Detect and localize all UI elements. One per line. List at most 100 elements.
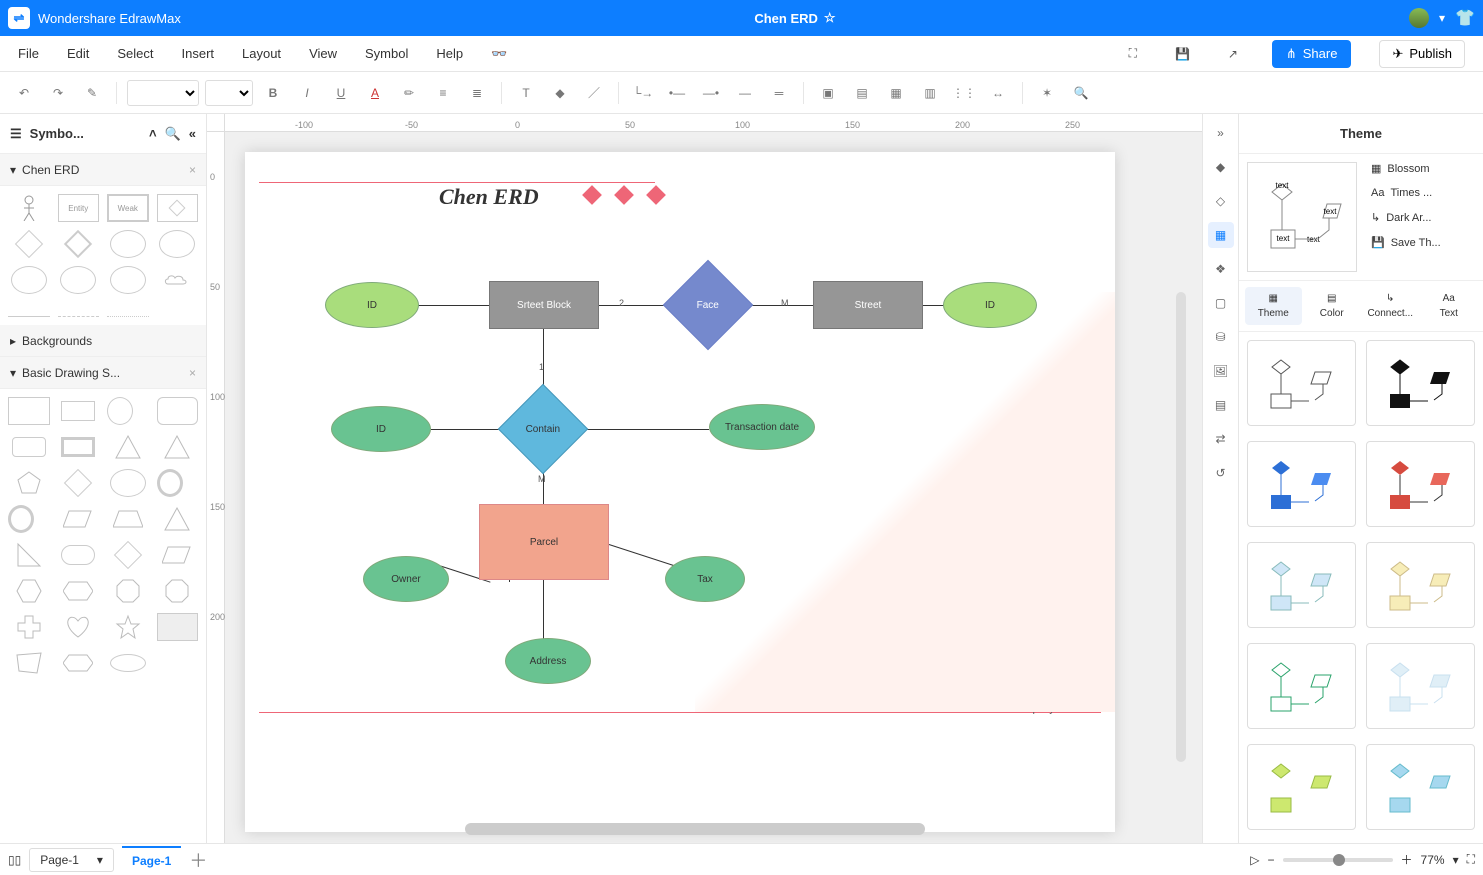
zoom-slider[interactable]	[1283, 858, 1393, 862]
search-toolbar-button[interactable]: 🔍	[1067, 79, 1095, 107]
theme-card[interactable]	[1247, 441, 1356, 527]
basic-hex[interactable]	[8, 577, 50, 605]
basic-para2[interactable]	[157, 541, 199, 569]
basic-ring[interactable]	[157, 469, 183, 497]
share-button[interactable]: ⋔Share	[1272, 40, 1352, 68]
theme-card[interactable]	[1247, 744, 1356, 830]
distribute-button[interactable]: ⋮⋮	[950, 79, 978, 107]
basic-oct[interactable]	[107, 577, 149, 605]
layers-icon[interactable]: ❖	[1208, 256, 1234, 282]
page[interactable]: Chen ERD 2 M 1 ID Srteet Block	[245, 152, 1115, 832]
line-start-button[interactable]: •—	[663, 79, 691, 107]
format-painter-button[interactable]: ✎	[78, 79, 106, 107]
tab-color[interactable]: ▤Color	[1304, 287, 1361, 325]
redo-button[interactable]: ↷	[44, 79, 72, 107]
prop-save-theme[interactable]: 💾Save Th...	[1371, 236, 1477, 249]
shape-assoc-entity[interactable]	[157, 194, 199, 222]
data-icon[interactable]: ⛁	[1208, 324, 1234, 350]
page-selector[interactable]: Page-1▾	[29, 848, 114, 872]
expand-right-icon[interactable]: »	[1208, 120, 1234, 146]
text-box-button[interactable]: T	[512, 79, 540, 107]
basic-circle[interactable]	[107, 397, 133, 425]
basic-quad[interactable]	[8, 649, 50, 677]
bring-front-button[interactable]: ▤	[848, 79, 876, 107]
menu-help[interactable]: Help	[436, 46, 463, 61]
shape-weak-entity[interactable]: Weak	[107, 194, 149, 222]
shape-attribute-4[interactable]	[60, 266, 96, 294]
basic-cube[interactable]	[157, 613, 199, 641]
node-face[interactable]: Face	[663, 260, 754, 351]
play-icon[interactable]: ▷	[1250, 853, 1259, 867]
menu-edit[interactable]: Edit	[67, 46, 89, 61]
shape-attribute-5[interactable]	[110, 266, 146, 294]
fill-button[interactable]: ◆	[546, 79, 574, 107]
node-id3[interactable]: ID	[331, 406, 431, 452]
add-page-button[interactable]: ＋	[189, 847, 207, 873]
menu-select[interactable]: Select	[117, 46, 153, 61]
basic-roundsq[interactable]	[157, 397, 199, 425]
theme-card[interactable]	[1366, 744, 1475, 830]
prop-connector[interactable]: ↳Dark Ar...	[1371, 211, 1477, 224]
tab-connector[interactable]: ↳Connect...	[1362, 287, 1419, 325]
shape-entity[interactable]: Entity	[58, 194, 100, 222]
basic-square[interactable]	[8, 397, 50, 425]
font-family-select[interactable]	[127, 80, 199, 106]
page-icon[interactable]: ▤	[1208, 392, 1234, 418]
menu-view[interactable]: View	[309, 46, 337, 61]
node-street[interactable]: Street	[813, 281, 923, 329]
basic-frame[interactable]	[61, 437, 95, 457]
basic-star[interactable]	[107, 613, 149, 641]
line-spacing-button[interactable]: ≣	[463, 79, 491, 107]
close-basic-icon[interactable]: ×	[189, 366, 196, 380]
present-icon[interactable]: ▢	[1208, 290, 1234, 316]
shape-attribute-3[interactable]	[11, 266, 47, 294]
basic-rtriangle[interactable]	[157, 433, 199, 461]
menu-layout[interactable]: Layout	[242, 46, 281, 61]
node-id2[interactable]: ID	[943, 282, 1037, 328]
basic-oct2[interactable]	[157, 577, 199, 605]
glasses-icon[interactable]: 👓	[491, 46, 507, 62]
history-icon[interactable]: ↺	[1208, 460, 1234, 486]
shape-relationship[interactable]	[8, 230, 50, 258]
align-objects-button[interactable]: ▥	[916, 79, 944, 107]
save-icon[interactable]: 💾	[1172, 43, 1194, 65]
shape-attribute-1[interactable]	[110, 230, 146, 258]
shape-weak-relationship[interactable]	[58, 230, 100, 258]
node-owner[interactable]: Owner	[363, 556, 449, 602]
zoom-in-button[interactable]: ＋	[1401, 851, 1413, 868]
shape-attribute-2[interactable]	[159, 230, 195, 258]
prop-font[interactable]: AaTimes ...	[1371, 187, 1477, 199]
shape-cloud[interactable]	[157, 266, 199, 294]
basic-hex3[interactable]	[58, 649, 100, 677]
section-backgrounds[interactable]: ▸ Backgrounds	[0, 325, 206, 357]
node-id1[interactable]: ID	[325, 282, 419, 328]
shape-line-dotted[interactable]	[107, 316, 149, 317]
italic-button[interactable]: I	[293, 79, 321, 107]
menu-insert[interactable]: Insert	[182, 46, 215, 61]
menu-file[interactable]: File	[18, 46, 39, 61]
diagram-title[interactable]: Chen ERD	[435, 180, 543, 214]
basic-pill[interactable]	[61, 545, 95, 565]
image-icon[interactable]: 🖼	[1208, 358, 1234, 384]
basic-cross[interactable]	[8, 613, 50, 641]
focus-icon[interactable]: ⛶	[1122, 43, 1144, 65]
size-button[interactable]: ↔	[984, 79, 1012, 107]
node-transaction-date[interactable]: Transaction date	[709, 404, 815, 450]
bold-button[interactable]: B	[259, 79, 287, 107]
line-button[interactable]: ／	[580, 79, 608, 107]
basic-ell2[interactable]	[110, 654, 146, 672]
fill-bucket-icon[interactable]: ◆	[1208, 154, 1234, 180]
collapse-left-icon[interactable]: «	[189, 126, 196, 141]
zoom-caret-icon[interactable]: ▾	[1453, 853, 1459, 867]
basic-rect[interactable]	[61, 401, 95, 421]
publish-button[interactable]: ✈Publish	[1379, 40, 1465, 68]
basic-pentagon[interactable]	[8, 469, 50, 497]
theme-card[interactable]	[1366, 441, 1475, 527]
export-icon[interactable]: ↗	[1222, 43, 1244, 65]
close-section-icon[interactable]: ×	[189, 163, 196, 177]
font-size-select[interactable]	[205, 80, 253, 106]
zoom-out-button[interactable]: −	[1268, 853, 1275, 867]
node-street-block[interactable]: Srteet Block	[489, 281, 599, 329]
favorite-icon[interactable]: ☆	[824, 10, 836, 26]
section-chen-erd[interactable]: ▾ Chen ERD×	[0, 154, 206, 186]
